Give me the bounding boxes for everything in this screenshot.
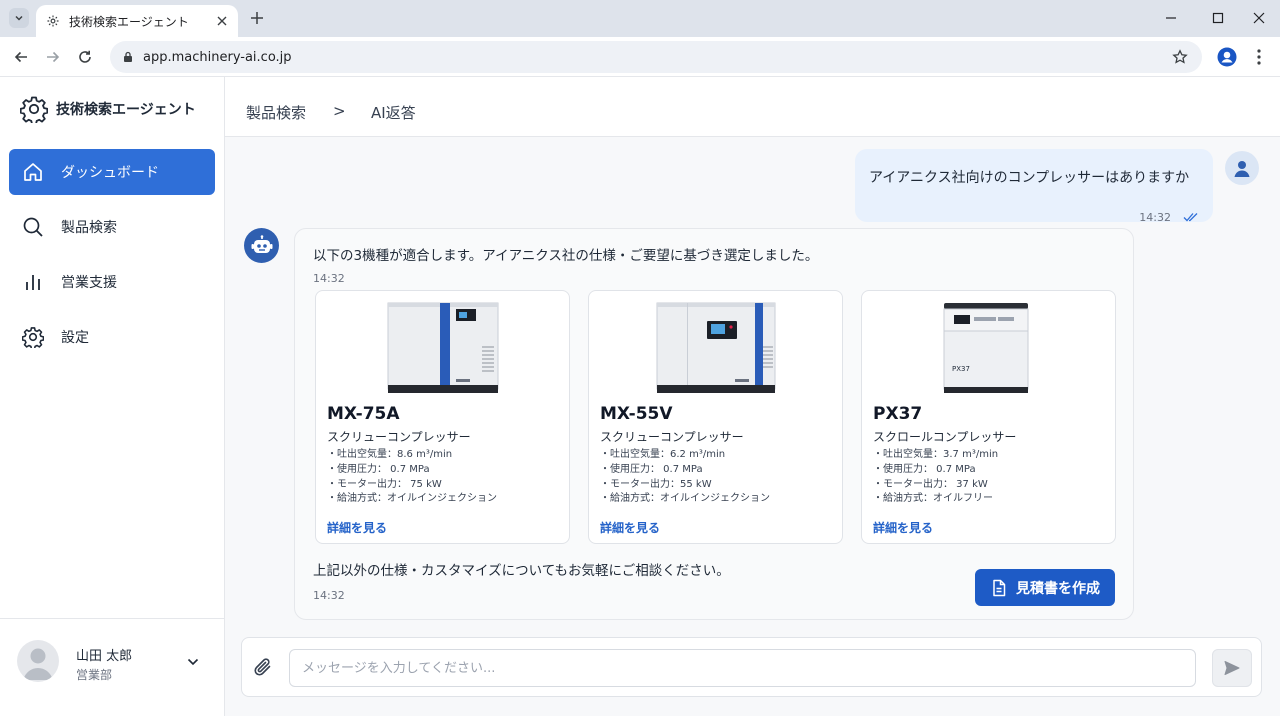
- compressor-image: [656, 302, 776, 393]
- bot-message-bubble: 以下の3機種が適合します。アイアニクス社の仕様・ご要望に基づき選定しました。 1…: [294, 228, 1134, 620]
- spec-item: ・給油方式：オイルフリー: [873, 493, 993, 505]
- paperclip-icon[interactable]: [252, 656, 274, 678]
- minimize-icon[interactable]: [1164, 11, 1178, 25]
- bot-outro-text: 上記以外の仕様・カスタマイズについてもお気軽にご相談ください。: [313, 563, 730, 579]
- breadcrumb-product-search[interactable]: 製品検索: [246, 102, 306, 123]
- sidebar-item-settings[interactable]: 設定: [9, 314, 215, 360]
- spec-item: ・使用圧力： 0.7 MPa: [600, 463, 703, 475]
- send-icon: [1224, 661, 1240, 675]
- product-card[interactable]: MX-55V スクリューコンプレッサー ・吐出空気量：6.2 m³/min ・使…: [588, 290, 843, 544]
- document-icon: [993, 579, 1006, 596]
- user-department: 営業部: [76, 668, 113, 682]
- maximize-icon[interactable]: [1211, 11, 1225, 25]
- product-specs: ・吐出空気量：6.2 m³/min ・使用圧力： 0.7 MPa ・モーター出力…: [600, 448, 770, 507]
- sidebar-item-dashboard[interactable]: ダッシュボード: [9, 149, 215, 195]
- browser-tab-bar: 技術検索エージェント: [0, 0, 1280, 37]
- product-card[interactable]: PX37 PX37 スクロールコンプレッサー ・吐出空気量：3.7 m³/min…: [861, 290, 1116, 544]
- message-timestamp: 14:32: [313, 272, 345, 285]
- gear-logo-icon: [20, 96, 48, 123]
- product-specs: ・吐出空気量：3.7 m³/min ・使用圧力： 0.7 MPa ・モーター出力…: [873, 448, 998, 507]
- new-tab-icon[interactable]: [249, 10, 265, 26]
- browser-tab[interactable]: 技術検索エージェント: [36, 5, 238, 37]
- search-icon: [21, 215, 45, 239]
- bar-chart-icon: [21, 270, 45, 294]
- product-type: スクロールコンプレッサー: [873, 430, 1017, 444]
- back-arrow-icon[interactable]: [13, 49, 29, 65]
- spec-item: ・吐出空気量：8.6 m³/min: [327, 449, 453, 460]
- reload-icon[interactable]: [77, 49, 93, 65]
- window-close-icon[interactable]: [1252, 11, 1266, 25]
- spec-item: ・吐出空気量：6.2 m³/min: [600, 449, 726, 460]
- breadcrumb-ai-answer: AI返答: [371, 104, 416, 122]
- chevron-down-icon[interactable]: [186, 655, 200, 669]
- avatar: [17, 640, 59, 682]
- sidebar: 技術検索エージェント ダッシュボード 製品検索 営業支援 設定 山田 太郎 営業…: [0, 77, 225, 716]
- app-name: 技術検索エージェント: [56, 102, 196, 118]
- sidebar-item-label: 製品検索: [61, 220, 117, 236]
- spec-item: ・吐出空気量：3.7 m³/min: [873, 449, 999, 460]
- breadcrumb: 製品検索 > AI返答: [225, 77, 1280, 137]
- send-button[interactable]: [1212, 649, 1252, 687]
- browser-toolbar: app.machinery-ai.co.jp: [0, 37, 1280, 77]
- tab-search-button[interactable]: [9, 8, 29, 28]
- product-model: MX-55V: [600, 404, 673, 424]
- detail-link[interactable]: 詳細を見る: [600, 519, 660, 536]
- spec-item: ・給油方式：オイルインジェクション: [327, 493, 497, 505]
- profile-icon[interactable]: [1217, 47, 1237, 67]
- detail-link[interactable]: 詳細を見る: [873, 519, 933, 536]
- compressor-image: PX37: [943, 303, 1029, 393]
- gear-icon: [47, 15, 59, 27]
- browser-menu-icon[interactable]: [1253, 48, 1265, 66]
- address-bar[interactable]: app.machinery-ai.co.jp: [110, 41, 1202, 73]
- composer-area: [225, 631, 1280, 716]
- message-composer: [241, 637, 1262, 697]
- product-card[interactable]: MX-75A スクリューコンプレッサー ・吐出空気量：8.6 m³/min ・使…: [315, 290, 570, 544]
- user-profile[interactable]: 山田 太郎 営業部: [0, 618, 224, 716]
- url-text: app.machinery-ai.co.jp: [143, 49, 292, 65]
- gear-icon: [21, 325, 45, 349]
- chevron-down-icon: [15, 15, 23, 21]
- spec-item: ・使用圧力： 0.7 MPa: [327, 463, 430, 475]
- message-input[interactable]: [289, 649, 1196, 687]
- tab-close-icon[interactable]: [214, 13, 230, 29]
- robot-icon: [244, 228, 279, 263]
- bookmark-star-icon[interactable]: [1172, 49, 1188, 65]
- breadcrumb-separator: >: [333, 102, 346, 120]
- create-quote-label: 見積書を作成: [1016, 580, 1100, 597]
- spec-item: ・モーター出力： 75 kW: [327, 478, 442, 490]
- lock-icon: [124, 51, 132, 62]
- product-type: スクリューコンプレッサー: [327, 430, 471, 444]
- detail-link[interactable]: 詳細を見る: [327, 519, 387, 536]
- sidebar-item-label: ダッシュボード: [61, 165, 159, 181]
- compressor-image: [387, 302, 499, 393]
- read-check-icon: [1183, 213, 1198, 222]
- user-avatar-icon: [1225, 151, 1259, 185]
- chat-area: アイアニクス社向けのコンプレッサーはありますか 14:32 以下の3機種が適合し…: [225, 137, 1280, 631]
- spec-item: ・モーター出力：55 kW: [600, 478, 712, 490]
- sidebar-item-label: 設定: [61, 330, 89, 346]
- message-timestamp: 14:32: [1139, 211, 1171, 224]
- sidebar-item-sales-support[interactable]: 営業支援: [9, 259, 215, 305]
- user-message-text: アイアニクス社向けのコンプレッサーはありますか: [869, 170, 1190, 186]
- spec-item: ・給油方式：オイルインジェクション: [600, 493, 770, 505]
- forward-arrow-icon[interactable]: [45, 49, 61, 65]
- home-icon: [21, 160, 45, 184]
- user-name: 山田 太郎: [76, 649, 133, 664]
- tab-title: 技術検索エージェント: [69, 14, 189, 29]
- user-message-bubble: アイアニクス社向けのコンプレッサーはありますか 14:32: [855, 149, 1213, 224]
- bot-intro-text: 以下の3機種が適合します。アイアニクス社の仕様・ご要望に基づき選定しました。: [313, 248, 819, 264]
- product-model: MX-75A: [327, 404, 400, 424]
- product-model: PX37: [873, 404, 923, 424]
- create-quote-button[interactable]: 見積書を作成: [975, 569, 1115, 606]
- message-timestamp: 14:32: [313, 589, 345, 602]
- sidebar-item-label: 営業支援: [61, 275, 117, 291]
- app-brand[interactable]: 技術検索エージェント: [20, 95, 196, 123]
- product-specs: ・吐出空気量：8.6 m³/min ・使用圧力： 0.7 MPa ・モーター出力…: [327, 448, 497, 507]
- px37-badge: PX37: [952, 365, 970, 373]
- spec-item: ・使用圧力： 0.7 MPa: [873, 463, 976, 475]
- product-type: スクリューコンプレッサー: [600, 430, 744, 444]
- spec-item: ・モーター出力： 37 kW: [873, 478, 988, 490]
- sidebar-item-product-search[interactable]: 製品検索: [9, 204, 215, 250]
